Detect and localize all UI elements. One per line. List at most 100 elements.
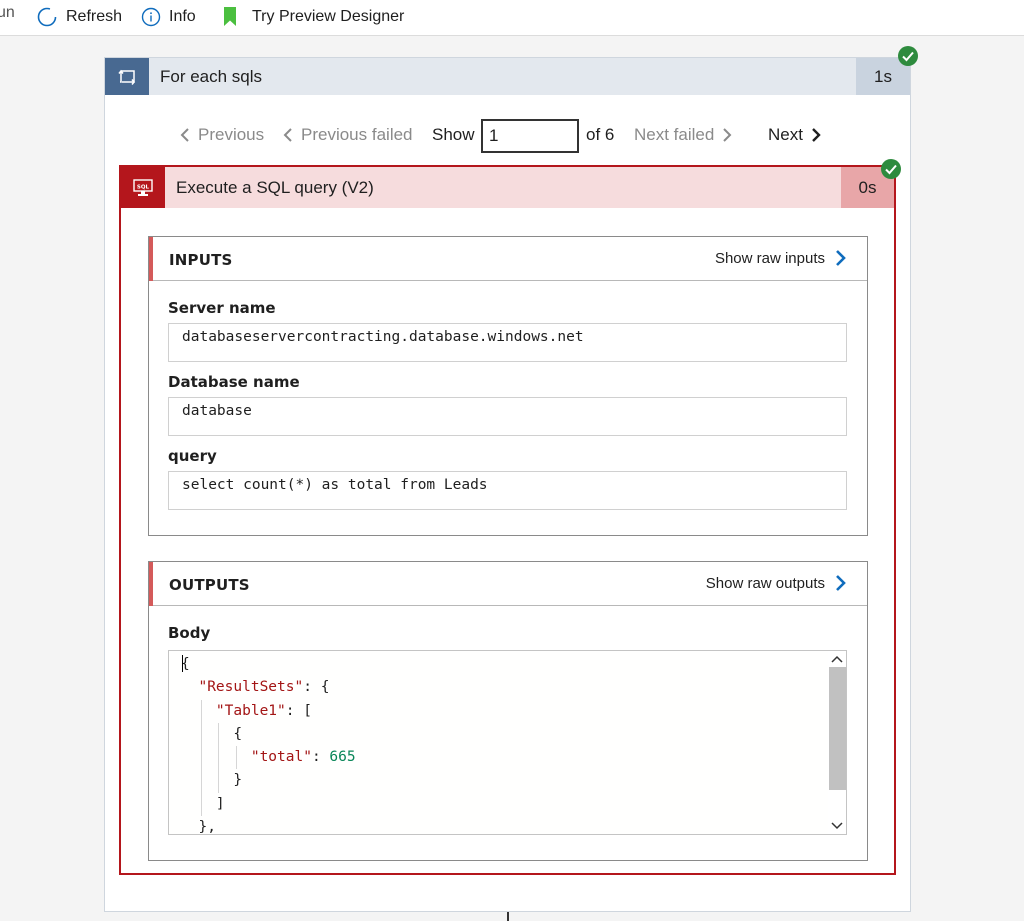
json-punctuation: : { (303, 679, 330, 696)
sql-action-header[interactable]: SQL Execute a SQL query (V2) 0s (121, 159, 901, 208)
try-preview-designer-button[interactable]: Try Preview Designer (222, 6, 404, 28)
chevron-right-icon (836, 575, 846, 591)
scroll-up-button[interactable] (828, 651, 846, 667)
scroll-thumb[interactable] (829, 667, 846, 790)
foreach-header[interactable]: For each sqls 1s (105, 46, 918, 95)
foreach-icon-box (105, 58, 149, 95)
indent-guide (218, 769, 219, 793)
inputs-section: INPUTS Show raw inputs Server name datab… (148, 236, 868, 536)
next-label: Next (768, 125, 803, 144)
code-line: } (181, 769, 821, 793)
show-raw-inputs-link[interactable]: Show raw inputs (715, 249, 847, 267)
inputs-title: INPUTS (169, 251, 233, 269)
chevron-left-icon (283, 128, 292, 142)
flow-connector (507, 912, 509, 921)
outputs-accent-bar (149, 562, 153, 606)
indent-guide (200, 722, 202, 747)
foreach-success-check-icon (898, 46, 918, 66)
query-label: query (168, 447, 217, 465)
show-raw-outputs-label: Show raw outputs (705, 574, 825, 592)
outputs-title: OUTPUTS (169, 576, 250, 594)
indent-guide (200, 769, 202, 793)
next-failed-label: Next failed (634, 125, 715, 144)
text-cursor (182, 655, 183, 672)
previous-failed-button[interactable]: Previous failed (281, 125, 413, 145)
json-punctuation: }, (198, 819, 216, 835)
body-json: { "ResultSets": { "Table1": [ { "total":… (181, 653, 821, 835)
json-punctuation: : (311, 749, 330, 766)
refresh-icon (37, 7, 57, 27)
refresh-label: Refresh (66, 8, 123, 25)
json-punctuation: : [ (285, 702, 312, 719)
server-name-value: databaseservercontracting.database.windo… (168, 323, 847, 362)
json-key: "Table1" (215, 702, 286, 719)
inputs-header: INPUTS Show raw inputs (149, 237, 867, 281)
try-preview-designer-label: Try Preview Designer (252, 8, 405, 25)
info-icon (141, 7, 161, 27)
chevron-right-icon (836, 250, 846, 266)
sql-icon-box: SQL (121, 167, 165, 208)
indent-guide (218, 746, 219, 770)
info-label: Info (169, 8, 196, 25)
show-raw-outputs-link[interactable]: Show raw outputs (706, 574, 847, 592)
indent-guide (200, 699, 202, 723)
indent-guide (218, 722, 219, 747)
foreach-duration-text: 1s (874, 66, 892, 86)
sql-server-icon: SQL (133, 178, 153, 196)
outputs-section: OUTPUTS Show raw outputs Body { "ResultS… (148, 561, 868, 861)
show-label-text: Show (432, 125, 475, 144)
json-punctuation: ] (215, 795, 225, 812)
json-punctuation: } (233, 772, 243, 789)
code-line: }, (181, 816, 821, 835)
chevron-right-icon (723, 128, 732, 142)
bookmark-icon (224, 7, 236, 26)
body-code-viewer[interactable]: { "ResultSets": { "Table1": [ { "total":… (168, 650, 847, 835)
code-line: { (181, 722, 821, 747)
chevron-right-icon (812, 128, 821, 142)
iteration-number-input[interactable] (481, 119, 579, 153)
previous-failed-label: Previous failed (301, 125, 413, 144)
outputs-header: OUTPUTS Show raw outputs (149, 562, 867, 606)
indent-guide (235, 746, 237, 770)
next-button[interactable]: Next (768, 125, 823, 145)
sql-action-duration-text: 0s (858, 177, 877, 197)
indent-guide (200, 746, 202, 770)
refresh-button[interactable]: Refresh (36, 6, 122, 28)
json-key: "ResultSets" (198, 679, 304, 696)
code-line: "ResultSets": { (181, 676, 821, 699)
chevron-up-icon (831, 655, 843, 663)
server-name-label: Server name (168, 299, 276, 317)
database-name-label: Database name (168, 373, 300, 391)
json-key: "total" (250, 749, 312, 766)
chevron-down-icon (831, 822, 843, 830)
json-number: 665 (329, 749, 356, 766)
info-button[interactable]: Info (141, 6, 196, 28)
next-failed-button[interactable]: Next failed (634, 125, 734, 145)
svg-text:SQL: SQL (137, 184, 150, 190)
show-label: Show (432, 125, 475, 145)
chevron-left-icon (180, 128, 189, 142)
iteration-total-label: of 6 (586, 125, 614, 145)
sql-action-title: Execute a SQL query (V2) (176, 177, 374, 197)
run-label: un (0, 4, 15, 21)
show-raw-inputs-label: Show raw inputs (714, 249, 825, 267)
sql-action-card: SQL Execute a SQL query (V2) 0s INPUTS S… (119, 159, 901, 875)
iteration-total-text: of 6 (586, 125, 615, 144)
code-line: "Table1": [ (181, 699, 821, 723)
code-line: ] (181, 792, 821, 817)
previous-label: Previous (198, 125, 265, 144)
inputs-accent-bar (149, 237, 153, 281)
code-scrollbar[interactable] (828, 651, 846, 834)
database-name-value: database (168, 397, 847, 436)
body-label: Body (168, 624, 211, 642)
loop-icon (118, 69, 135, 85)
query-value: select count(*) as total from Leads (168, 471, 847, 510)
run-button[interactable]: un (0, 2, 15, 24)
sql-action-success-check-icon (881, 159, 901, 179)
json-punctuation: { (233, 725, 243, 742)
designer-toolbar: un Refresh Info Try Preview Designer (0, 0, 1024, 36)
scroll-down-button[interactable] (828, 818, 846, 834)
previous-button[interactable]: Previous (178, 125, 264, 145)
foreach-title: For each sqls (160, 66, 263, 86)
iteration-pager: Previous Previous failed Show of 6 Next … (178, 119, 878, 153)
